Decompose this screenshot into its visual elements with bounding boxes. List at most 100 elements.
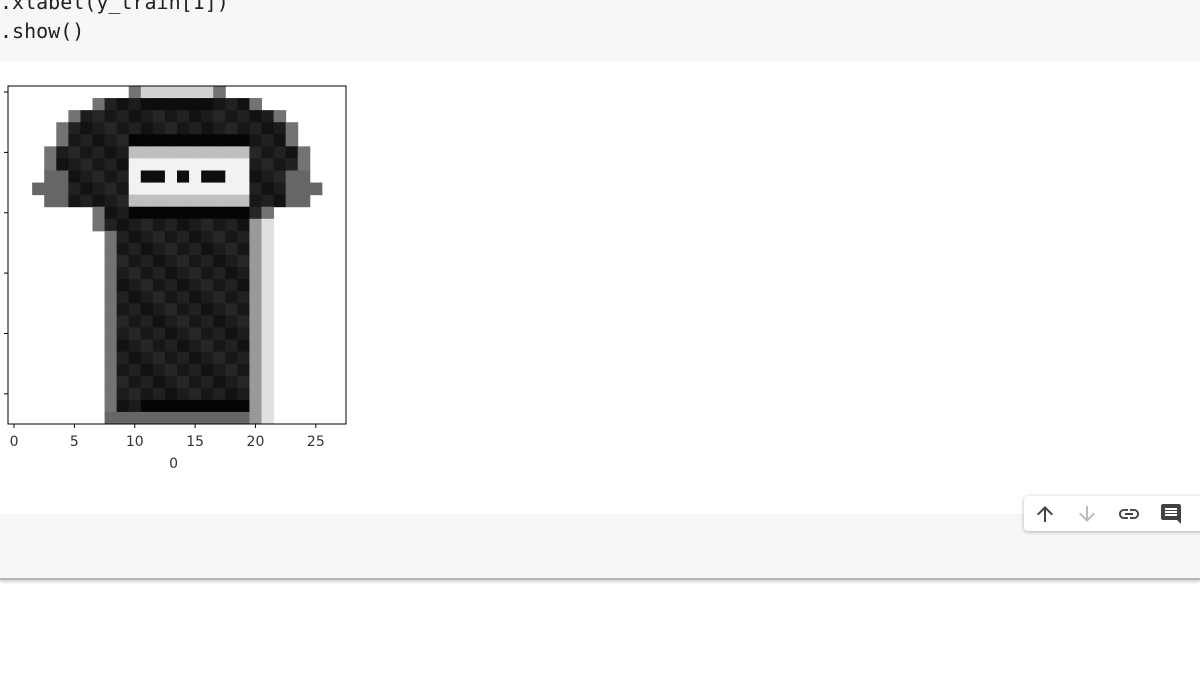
image-pixel [249,182,262,196]
move-up-button[interactable] [1029,499,1061,529]
image-pixel [273,122,287,135]
image-pixel [80,194,93,208]
image-pixel [273,158,287,171]
image-pixel [164,315,178,328]
image-pixel [225,206,238,220]
image-pixel [177,86,190,99]
image-pixel [201,98,214,111]
next-code-cell[interactable] [0,514,1200,580]
arrow-up-icon [1037,506,1053,522]
image-pixel [177,110,190,123]
image-pixel [225,411,238,425]
image-pixel [225,255,238,268]
image-plot: 0 5 10 15 20 25 0 [4,85,347,472]
image-pixel [249,339,262,353]
image-pixel [249,146,262,159]
image-pixel [225,182,238,196]
image-pixel [128,206,142,220]
image-pixel [261,327,275,340]
move-down-button[interactable] [1071,499,1103,529]
image-pixel [201,399,214,413]
image-pixel [140,98,154,111]
image-pixel [116,375,130,389]
x-tick-label: 10 [126,434,144,450]
image-pixel [116,399,130,413]
image-pixel [201,122,214,135]
image-pixel [177,146,190,159]
image-pixel [104,411,118,425]
image-pixel [177,327,190,340]
code-line[interactable]: .show() [0,19,84,43]
image-pixel [249,327,262,340]
image-pixel [249,206,262,220]
image-pixel [104,255,118,268]
image-pixel [116,122,130,135]
image-pixel [297,194,311,208]
image-pixel [128,291,142,304]
arrow-down-icon [1079,506,1095,522]
image-pixel [261,315,275,328]
image-pixel [92,134,106,147]
image-pixel [152,291,166,304]
image-pixel [152,86,166,99]
image-pixel [261,375,275,389]
comment-button[interactable] [1155,499,1187,529]
code-line[interactable]: .xlabel(y_train[1]) [0,0,229,14]
image-pixel [261,230,275,244]
image-pixel [164,158,178,171]
image-pixel [128,267,142,280]
image-pixel [249,158,262,171]
image-pixel [213,134,226,147]
image-pixel [68,146,81,159]
image-pixel [213,110,226,123]
image-pixel [261,267,275,280]
image-pixel [140,182,154,196]
x-tick-label: 20 [247,434,265,450]
image-pixel [68,134,81,147]
image-pixel [152,351,166,365]
image-pixel [225,110,238,123]
image-pixel [201,218,214,232]
image-pixel [273,170,287,184]
code-cell[interactable]: .xlabel(y_train[1]) .show() [0,0,1200,62]
image-pixel [237,399,250,413]
image-pixel [128,315,142,328]
image-pixel [152,122,166,135]
image-pixel [189,158,202,171]
image-pixel [237,315,250,328]
image-pixel [164,279,178,292]
image-pixel [189,218,202,232]
image-pixel [225,363,238,377]
image-pixel [297,146,311,159]
image-pixel [152,327,166,340]
image-pixel [177,255,190,268]
x-tick-label: 0 [10,434,19,450]
image-pixel [237,98,250,111]
link-button[interactable] [1113,499,1145,529]
image-pixel [80,122,93,135]
image-pixel [261,399,275,413]
image-pixel [285,170,299,184]
image-pixel [177,339,190,353]
image-pixel [249,399,262,413]
image-pixel [297,158,311,171]
image-pixel [249,230,262,244]
image-pixel [140,267,154,280]
image-pixel [152,255,166,268]
image-pixel [237,206,250,220]
image-pixel [189,363,202,377]
image-pixel [249,122,262,135]
image-pixel [116,230,130,244]
image-pixel [140,279,154,292]
image-pixel [213,218,226,232]
image-pixel [80,146,93,159]
image-pixel [213,158,226,171]
image-pixel [189,327,202,340]
image-pixel [152,98,166,111]
image-pixel [68,122,81,135]
image-pixel [164,242,178,256]
image-pixel [201,170,214,184]
image-pixel [104,291,118,304]
image-pixel [44,158,57,171]
image-pixel [225,134,238,147]
